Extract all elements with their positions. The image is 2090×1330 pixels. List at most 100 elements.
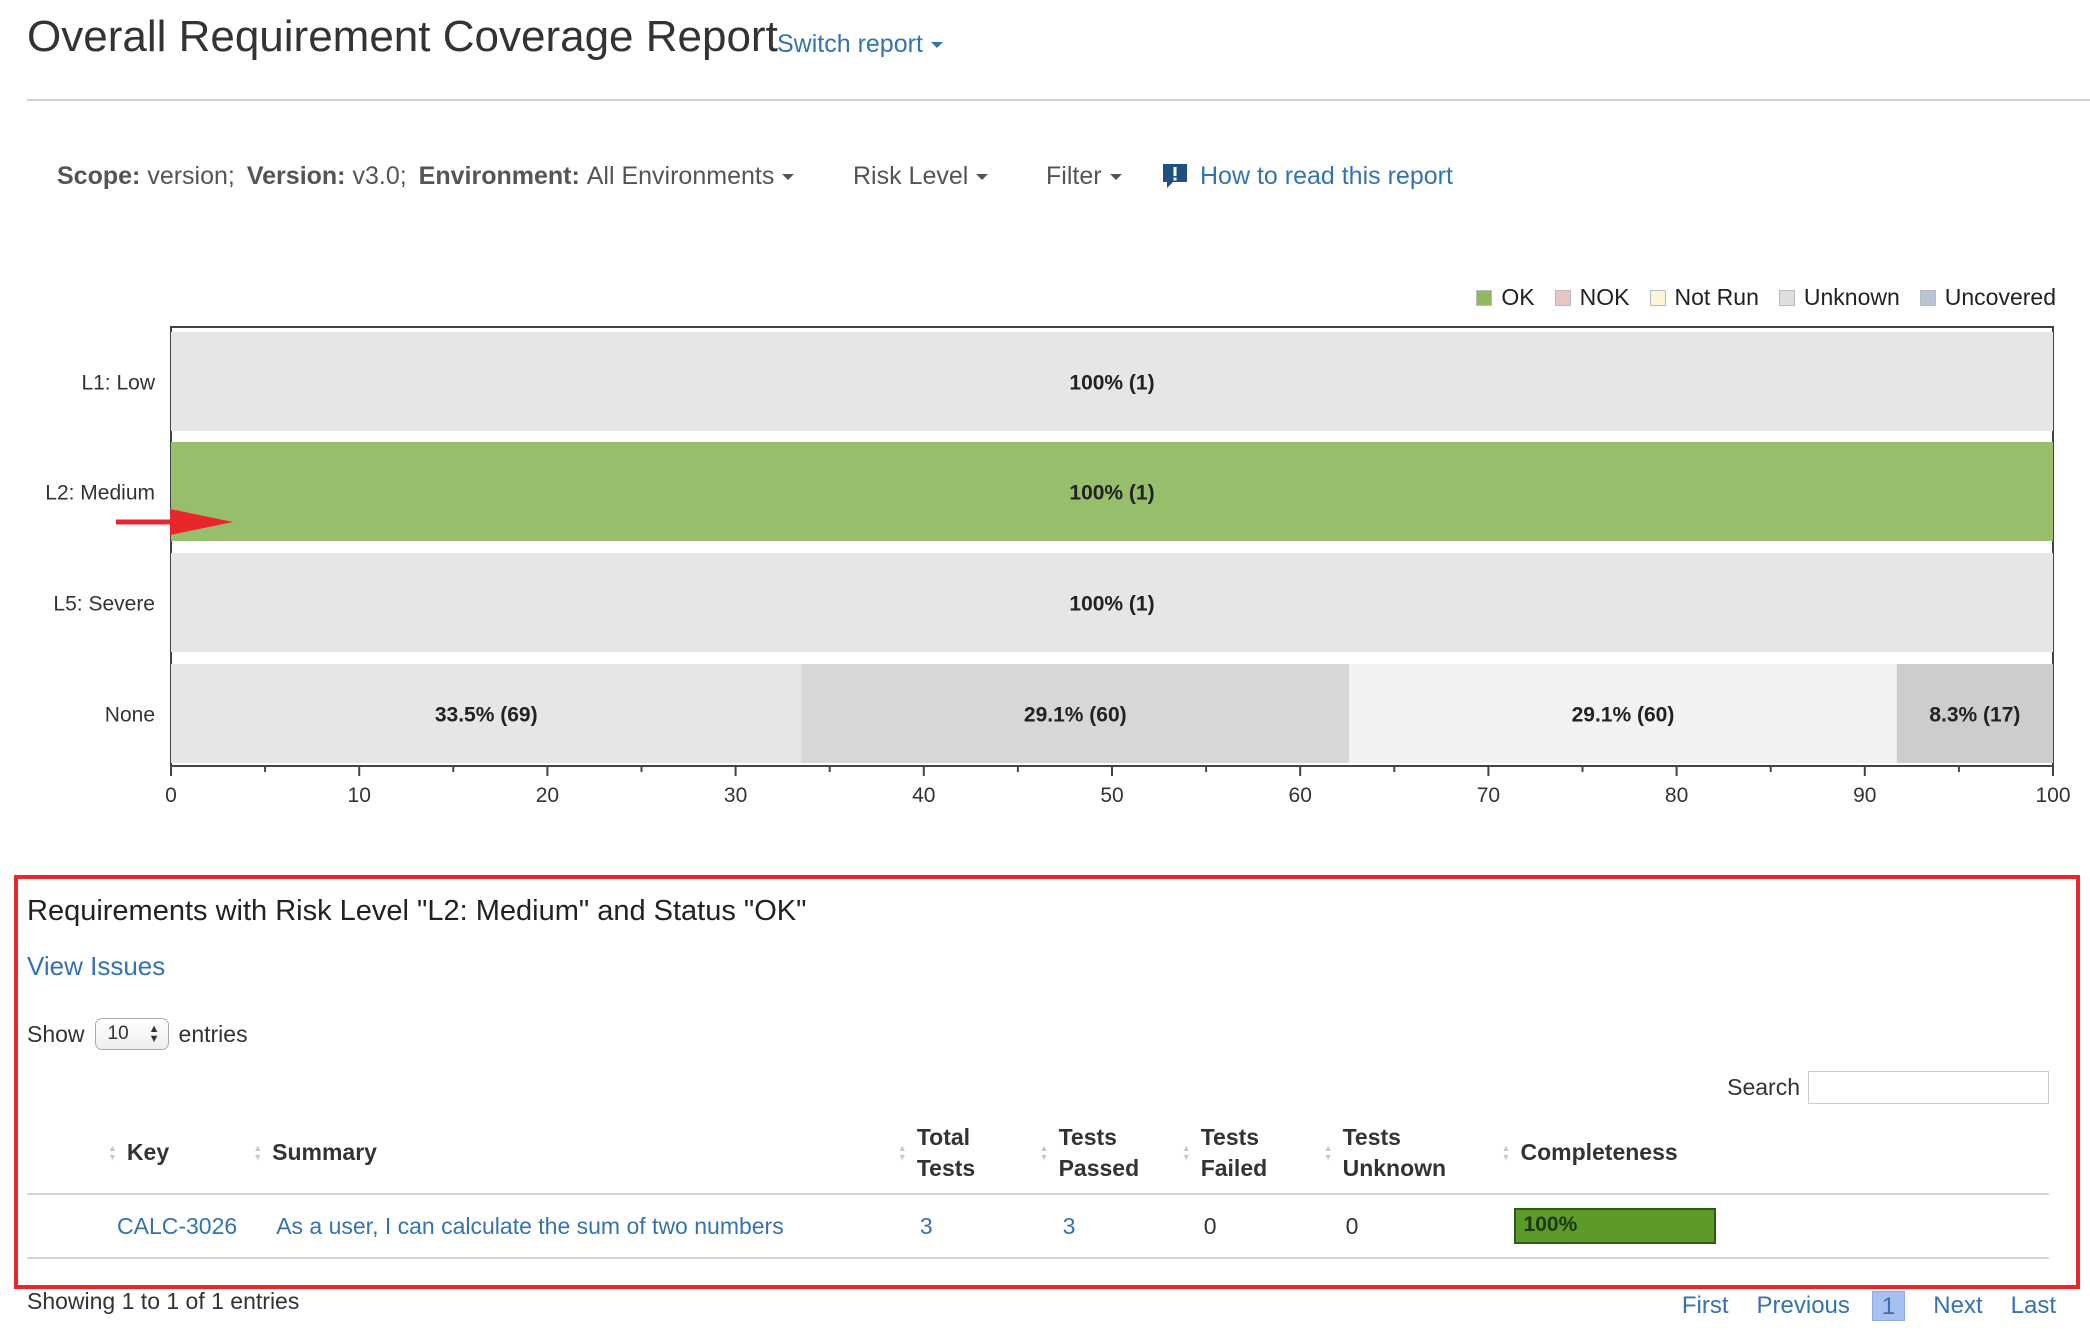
x-tick-label: 40 [912, 784, 935, 807]
show-label: Show [27, 1020, 85, 1047]
category-label: L5: Severe [53, 593, 155, 616]
total-tests-link[interactable]: 3 [920, 1213, 933, 1239]
category-label: L2: Medium [45, 482, 155, 505]
column-label: Total Tests [916, 1123, 976, 1181]
chevron-down-icon [930, 42, 943, 49]
help-bubble-icon [1163, 164, 1187, 188]
switch-report-label: Switch report [777, 30, 923, 58]
legend-item-not-run[interactable]: Not Run [1649, 284, 1759, 311]
view-issues-link[interactable]: View Issues [27, 951, 165, 982]
legend-swatch [1476, 289, 1493, 306]
x-tick-label: 30 [724, 784, 747, 807]
legend-item-uncovered[interactable]: Uncovered [1919, 284, 2056, 311]
sort-icon: ▲ ▼ [1501, 1142, 1511, 1162]
risk-level-dropdown[interactable]: Risk Level [853, 160, 989, 192]
sort-icon: ▲ ▼ [253, 1142, 263, 1162]
completeness-bar: 100% [1513, 1208, 1716, 1244]
column-label: Summary [272, 1139, 377, 1165]
column-label: Key [126, 1139, 170, 1165]
legend-swatch [1554, 289, 1571, 306]
header-divider [27, 99, 2090, 101]
column-header-key[interactable]: ▲ ▼ Key [27, 1112, 238, 1195]
requirements-table: ▲ ▼ Key ▲ ▼ Summary ▲ ▼ Total Tests ▲ ▼ Tests Pass… [27, 1112, 2049, 1259]
x-tick-label: 10 [348, 784, 371, 807]
show-entries-control: Show 10 ▲ ▼ entries [27, 1018, 248, 1050]
version-value: v3.0; [352, 161, 407, 190]
filter-label: Filter [1046, 162, 1102, 190]
column-header-summary[interactable]: ▲ ▼ Summary [237, 1112, 898, 1195]
x-tick-label: 90 [1853, 784, 1876, 807]
chevron-down-icon [976, 174, 989, 181]
search-label: Search [1727, 1074, 1800, 1100]
version-label: Version: [246, 161, 346, 190]
entries-label: entries [178, 1020, 248, 1047]
switch-report-dropdown[interactable]: Switch report [777, 30, 943, 59]
pagination: First Previous 1 Next Last [1654, 1291, 2056, 1321]
legend-swatch [1649, 289, 1666, 306]
search-control: Search [1727, 1071, 2049, 1104]
column-header-completeness[interactable]: ▲ ▼ Completeness [1501, 1112, 2049, 1195]
category-label: L1: Low [81, 372, 155, 395]
column-label: Tests Unknown [1342, 1123, 1447, 1181]
legend-label: NOK [1579, 284, 1630, 310]
x-tick-label: 80 [1665, 784, 1688, 807]
environment-dropdown[interactable]: All Environments [587, 162, 795, 191]
chart-legend: OK NOK Not Run Unknown Uncovered [1456, 284, 2056, 311]
column-label: Tests Passed [1058, 1123, 1140, 1181]
coverage-bar-chart: 100% (1) L1: Low 100% (1) L2: Medium 100% (1… [45, 326, 2071, 807]
legend-item-unknown[interactable]: Unknown [1778, 284, 1900, 311]
drilldown-title: Requirements with Risk Level "L2: Medium… [27, 895, 807, 927]
tests-failed-value: 0 [1203, 1212, 1217, 1239]
legend-item-ok[interactable]: OK [1476, 284, 1535, 311]
legend-label: Not Run [1674, 284, 1759, 310]
entries-select-value: 10 [107, 1023, 129, 1044]
risk-level-label: Risk Level [853, 162, 969, 190]
search-input[interactable] [1808, 1071, 2049, 1104]
sort-icon: ▲ ▼ [1323, 1142, 1333, 1162]
bar-data-label: 8.3% (17) [1929, 704, 2020, 727]
x-tick-label: 20 [536, 784, 559, 807]
scope-label: Scope: [57, 161, 141, 190]
pager-current-page[interactable]: 1 [1871, 1291, 1906, 1321]
category-label: None [105, 704, 155, 727]
how-to-read-label: How to read this report [1200, 162, 1453, 190]
sort-icon: ▲ ▼ [1181, 1142, 1191, 1162]
how-to-read-link[interactable]: How to read this report [1160, 160, 1453, 192]
column-label: Tests Failed [1200, 1123, 1268, 1181]
legend-swatch [1778, 289, 1795, 306]
scope-bar: Scope: version; Version: v3.0; Environme… [57, 160, 795, 192]
pager-last[interactable]: Last [2011, 1292, 2056, 1320]
entries-select[interactable]: 10 ▲ ▼ [94, 1018, 169, 1050]
x-tick-label: 60 [1289, 784, 1312, 807]
x-tick-label: 100 [2035, 784, 2070, 807]
bar-data-label: 100% (1) [1069, 482, 1154, 505]
legend-label: Uncovered [1944, 284, 2056, 310]
filter-dropdown[interactable]: Filter [1046, 160, 1122, 192]
column-header-tests-unknown[interactable]: ▲ ▼ Tests Unknown [1323, 1112, 1502, 1195]
environment-label: Environment: [418, 161, 580, 190]
column-header-tests-failed[interactable]: ▲ ▼ Tests Failed [1181, 1112, 1324, 1195]
bar-data-label: 33.5% (69) [435, 704, 538, 727]
page-title: Overall Requirement Coverage Report [27, 12, 778, 61]
legend-label: Unknown [1803, 284, 1900, 310]
requirement-key-link[interactable]: CALC-3026 [117, 1213, 237, 1239]
completeness-value: 100% [1523, 1213, 1578, 1236]
tests-passed-link[interactable]: 3 [1063, 1213, 1076, 1239]
pager-first[interactable]: First [1682, 1292, 1729, 1320]
chevron-down-icon [782, 173, 795, 180]
legend-item-nok[interactable]: NOK [1554, 284, 1630, 311]
column-label: Completeness [1520, 1139, 1678, 1165]
sort-icon: ▲ ▼ [897, 1142, 907, 1162]
environment-value: All Environments [586, 161, 775, 190]
x-tick-label: 70 [1477, 784, 1500, 807]
tests-unknown-value: 0 [1345, 1212, 1359, 1239]
requirement-summary-link[interactable]: As a user, I can calculate the sum of tw… [276, 1213, 784, 1239]
pager-previous[interactable]: Previous [1757, 1292, 1850, 1320]
scope-value: version; [147, 161, 235, 190]
column-header-total-tests[interactable]: ▲ ▼ Total Tests [897, 1112, 1040, 1195]
column-header-tests-passed[interactable]: ▲ ▼ Tests Passed [1039, 1112, 1182, 1195]
pager-next[interactable]: Next [1933, 1292, 1982, 1320]
x-tick-label: 0 [165, 784, 177, 807]
bar-data-label: 29.1% (60) [1572, 704, 1675, 727]
legend-swatch [1919, 289, 1936, 306]
